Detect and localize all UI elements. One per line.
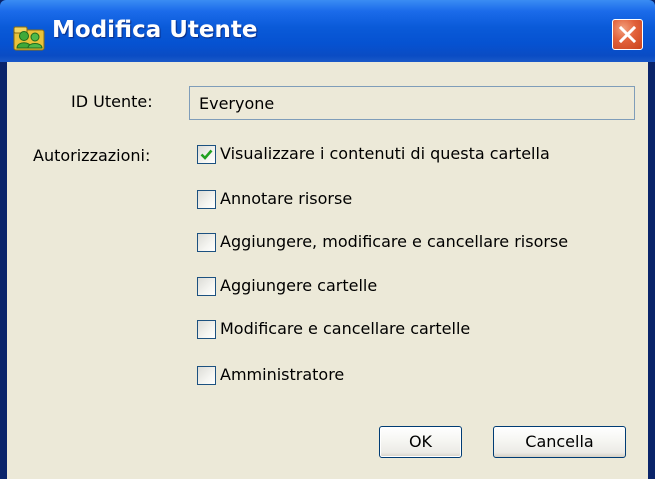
user-id-label: ID Utente: [71,92,153,111]
permission-label: Amministratore [220,365,345,384]
permission-checkbox[interactable] [197,277,216,296]
title-bar[interactable]: Modifica Utente [0,0,655,62]
permission-checkbox[interactable] [197,190,216,209]
permission-label: Annotare risorse [220,189,353,208]
dialog-body: ID Utente: Everyone Autorizzazioni: Visu… [7,62,648,479]
window-title: Modifica Utente [52,17,258,43]
permission-checkbox[interactable] [197,320,216,339]
permission-checkbox[interactable] [197,233,216,252]
permission-edit-folders[interactable]: Modificare e cancellare cartelle [197,318,637,342]
permission-edit-resources[interactable]: Aggiungere, modificare e cancellare riso… [197,231,637,255]
permission-checkbox[interactable] [197,145,216,164]
permission-label: Aggiungere, modificare e cancellare riso… [220,232,569,251]
ok-button[interactable]: OK [379,426,462,458]
user-id-field[interactable]: Everyone [189,86,635,120]
dialog-window: Modifica Utente ID Utente: Everyone Auto… [0,0,655,479]
permission-checkbox[interactable] [197,366,216,385]
checkmark-icon [200,149,213,160]
permission-annotate-resources[interactable]: Annotare risorse [197,188,637,212]
close-button[interactable] [612,19,643,50]
permission-add-folders[interactable]: Aggiungere cartelle [197,275,637,299]
cancel-button[interactable]: Cancella [493,426,626,458]
permission-label: Aggiungere cartelle [220,276,378,295]
permission-label: Modificare e cancellare cartelle [220,319,471,338]
close-icon [619,26,636,43]
permission-administrator[interactable]: Amministratore [197,364,637,388]
permission-view-contents[interactable]: Visualizzare i contenuti di questa carte… [197,143,637,167]
permission-label: Visualizzare i contenuti di questa carte… [220,144,550,163]
permissions-label: Autorizzazioni: [33,146,151,165]
users-folder-icon [13,26,45,51]
